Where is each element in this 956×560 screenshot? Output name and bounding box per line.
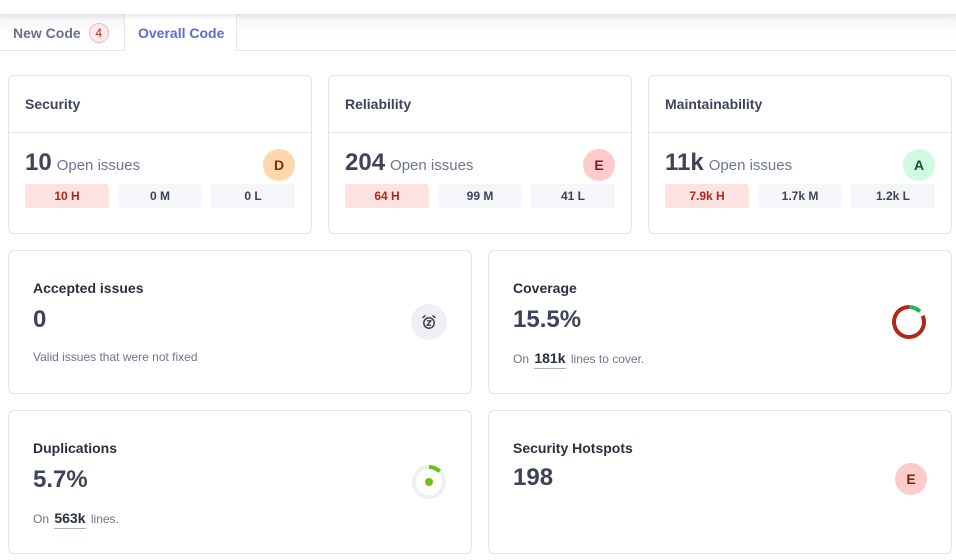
severity-high-button[interactable]: 64 H	[345, 184, 429, 208]
tab-overall-code-label: Overall Code	[138, 24, 225, 41]
reliability-rating-badge[interactable]: E	[583, 149, 615, 181]
accepted-issues-card: Accepted issues 0 Valid issues that were…	[8, 250, 472, 394]
coverage-card: Coverage 15.5% On 181k lines to cover.	[488, 250, 952, 394]
duplications-value[interactable]: 5.7%	[33, 466, 88, 494]
security-rating-badge[interactable]: D	[263, 149, 295, 181]
lines-to-cover-link[interactable]: 181k	[534, 350, 566, 369]
security-hotspots-rating-badge[interactable]: E	[895, 463, 927, 495]
maintainability-card: Maintainability 11k Open issues A 7.9k H…	[648, 75, 952, 234]
coverage-subtext: On 181k lines to cover.	[513, 350, 645, 369]
accepted-issues-title: Accepted issues	[33, 280, 144, 296]
severity-low-button[interactable]: 1.2k L	[851, 184, 935, 208]
maintainability-count: 11k	[665, 149, 704, 176]
coverage-donut-icon	[891, 304, 927, 340]
coverage-sub-suffix: lines to cover.	[570, 352, 645, 366]
snooze-alarm-icon	[411, 304, 447, 340]
reliability-card: Reliability 204 Open issues E 64 H 99 M …	[328, 75, 632, 234]
severity-medium-button[interactable]: 0 M	[118, 184, 202, 208]
accepted-issues-description: Valid issues that were not fixed	[33, 350, 198, 364]
duplications-subtext: On 563k lines.	[33, 510, 119, 529]
duplications-title: Duplications	[33, 440, 118, 456]
maintainability-rating-badge[interactable]: A	[903, 149, 935, 181]
coverage-value[interactable]: 15.5%	[513, 306, 581, 334]
severity-low-button[interactable]: 0 L	[211, 184, 295, 208]
security-hotspots-value[interactable]: 198	[513, 464, 553, 492]
coverage-title: Coverage	[513, 280, 577, 296]
new-issues-badge: 4	[88, 22, 109, 43]
security-count: 10	[25, 149, 52, 176]
reliability-title: Reliability	[329, 76, 631, 133]
coverage-sub-prefix: On	[513, 352, 530, 366]
severity-medium-button[interactable]: 1.7k M	[758, 184, 842, 208]
open-issues-label: Open issues	[708, 157, 793, 174]
security-hotspots-card: Security Hotspots 198 E	[488, 410, 952, 554]
duplications-sub-suffix: lines.	[90, 512, 119, 526]
open-issues-label: Open issues	[390, 157, 474, 174]
security-open-issues[interactable]: 10 Open issues	[25, 149, 295, 177]
accepted-issues-value[interactable]: 0	[33, 306, 46, 334]
duplications-donut-icon	[411, 464, 447, 500]
coverage-donut-uncovered	[892, 305, 926, 339]
security-card: Security 10 Open issues D 10 H 0 M 0 L	[8, 75, 312, 234]
security-hotspots-title: Security Hotspots	[513, 440, 633, 456]
duplications-card: Duplications 5.7% On 563k lines.	[8, 410, 472, 554]
duplications-center-dot	[425, 478, 433, 486]
security-title: Security	[9, 76, 311, 133]
tab-bar: New Code 4 Overall Code	[0, 14, 956, 51]
reliability-count: 204	[345, 149, 386, 176]
severity-medium-button[interactable]: 99 M	[438, 184, 522, 208]
duplications-sub-prefix: On	[33, 512, 50, 526]
maintainability-open-issues[interactable]: 11k Open issues	[665, 149, 935, 177]
reliability-open-issues[interactable]: 204 Open issues	[345, 149, 615, 177]
lines-link[interactable]: 563k	[54, 510, 86, 529]
severity-high-button[interactable]: 10 H	[25, 184, 109, 208]
tab-overall-code[interactable]: Overall Code	[124, 14, 237, 51]
maintainability-title: Maintainability	[649, 76, 951, 133]
top-bar	[0, 0, 956, 14]
open-issues-label: Open issues	[56, 157, 141, 174]
tab-new-code[interactable]: New Code 4	[13, 14, 109, 51]
tab-new-code-label: New Code	[13, 24, 81, 41]
severity-low-button[interactable]: 41 L	[531, 184, 615, 208]
severity-high-button[interactable]: 7.9k H	[665, 184, 749, 208]
